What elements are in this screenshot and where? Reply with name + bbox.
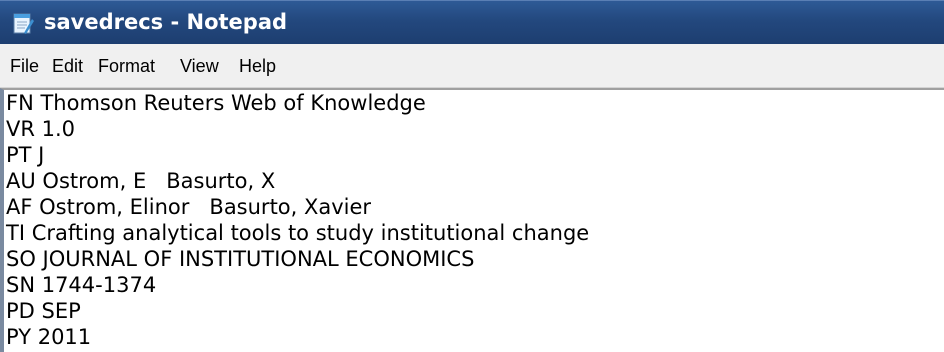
- title-bar[interactable]: savedrecs - Notepad: [0, 0, 944, 44]
- text-line: PT J: [6, 143, 45, 167]
- text-line: VR 1.0: [6, 117, 76, 141]
- text-line: FN Thomson Reuters Web of Knowledge: [6, 91, 426, 115]
- text-line: PY 2011: [6, 325, 92, 349]
- menu-edit[interactable]: Edit: [52, 55, 83, 77]
- text-line: AF Ostrom, Elinor Basurto, Xavier: [6, 195, 372, 219]
- text-line: SO JOURNAL OF INSTITUTIONAL ECONOMICS: [6, 247, 475, 271]
- text-editor-area[interactable]: FN Thomson Reuters Web of Knowledge VR 1…: [0, 88, 944, 352]
- menu-view[interactable]: View: [180, 55, 219, 77]
- text-line: AU Ostrom, E Basurto, X: [6, 169, 276, 193]
- notepad-window: savedrecs - Notepad File Edit Format Vie…: [0, 0, 944, 352]
- window-title: savedrecs - Notepad: [44, 10, 288, 34]
- menu-bar: File Edit Format View Help: [0, 44, 944, 88]
- notepad-icon: [12, 11, 34, 35]
- menu-help[interactable]: Help: [239, 55, 276, 77]
- menu-file[interactable]: File: [10, 55, 39, 77]
- text-line: TI Crafting analytical tools to study in…: [6, 221, 590, 245]
- text-line: SN 1744-1374: [6, 273, 157, 297]
- text-line: PD SEP: [6, 299, 81, 323]
- editor-text: FN Thomson Reuters Web of Knowledge VR 1…: [6, 90, 589, 350]
- menu-format[interactable]: Format: [98, 55, 155, 77]
